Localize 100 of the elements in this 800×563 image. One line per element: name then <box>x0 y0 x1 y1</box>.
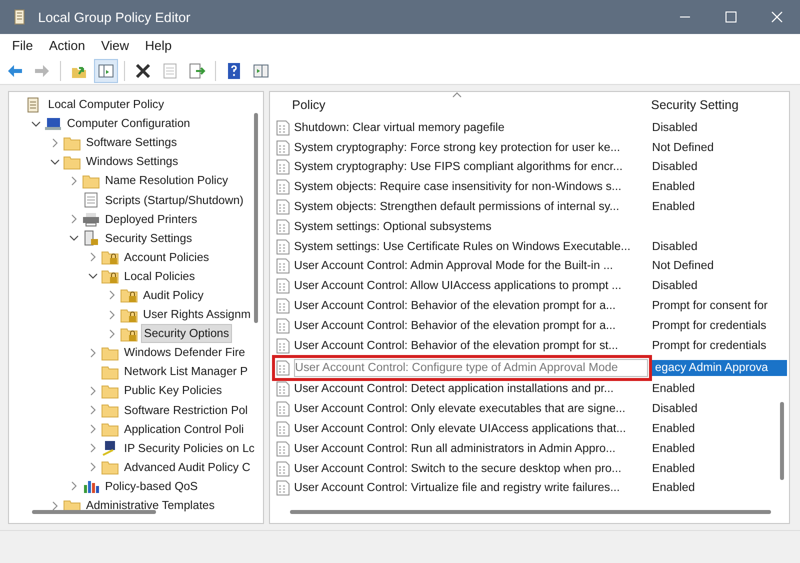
policy-cell[interactable]: System objects: Strengthen default permissions of internal sy... <box>294 199 646 216</box>
tree-item[interactable]: Deployed Printers <box>103 210 200 228</box>
chart-icon <box>82 478 100 494</box>
setting-cell-text: Disabled <box>651 238 698 255</box>
tree-item[interactable]: Name Resolution Policy <box>103 172 230 190</box>
policy-cell[interactable]: System settings: Optional subsystems <box>294 218 646 235</box>
policy-cell[interactable]: User Account Control: Only elevate UIAccess applications that... <box>294 421 646 438</box>
toolbar-tree-button[interactable] <box>94 58 118 82</box>
policy-icon <box>276 480 290 496</box>
menu-item[interactable]: Action <box>42 36 92 55</box>
folder-icon <box>101 459 119 476</box>
tree-item[interactable]: Network List Manager P <box>122 363 250 380</box>
setting-cell-text: Enabled <box>651 440 695 457</box>
policy-cell[interactable]: Shutdown: Clear virtual memory pagefile <box>294 120 646 136</box>
policy-icon <box>276 381 290 398</box>
help-icon <box>225 62 243 80</box>
tree-item[interactable]: Account Policies <box>122 248 212 266</box>
policy-icon <box>276 421 290 438</box>
setting-cell-text: Prompt for credentials <box>651 318 766 334</box>
setting-cell-text: Enabled <box>651 421 695 438</box>
computer-icon <box>44 116 62 132</box>
scrollbar[interactable] <box>290 509 771 515</box>
folder-icon <box>101 364 119 380</box>
policy-icon <box>276 179 290 196</box>
tree-item[interactable]: User Rights Assignm <box>141 306 253 324</box>
tree-item[interactable]: Software Settings <box>84 134 179 152</box>
policy-cell[interactable]: System settings: Use Certificate Rules on Windows Executable... <box>294 238 646 255</box>
setting-cell-text: Enabled <box>651 480 695 496</box>
folder-icon <box>101 421 119 438</box>
policy-cell[interactable]: User Account Control: Run all administrators in Admin Appro... <box>294 440 646 457</box>
tree-item[interactable]: Windows Defender Fire <box>122 344 248 362</box>
tree-item[interactable]: IP Security Policies on Lc <box>122 440 257 457</box>
policy-icon <box>276 318 290 334</box>
tree-item[interactable]: Advanced Audit Policy C <box>122 458 252 476</box>
security-icon <box>82 230 100 246</box>
lockfolder-icon <box>101 268 119 284</box>
setting-cell-text: Enabled <box>651 199 695 216</box>
folder-icon <box>63 134 81 151</box>
policy-cell[interactable]: User Account Control: Behavior of the elevation prompt for st... <box>294 338 646 354</box>
tree-item[interactable]: Audit Policy <box>141 286 206 304</box>
policy-icon <box>276 140 290 156</box>
setting-cell-text: Disabled <box>651 120 698 136</box>
delete-icon <box>134 62 152 80</box>
setting-cell-text: Enabled <box>651 381 695 398</box>
setting-cell-text: Prompt for consent for <box>651 298 768 314</box>
setting-cell-text: Enabled <box>651 460 695 477</box>
tree-item[interactable]: Scripts (Startup/Shutdown) <box>103 192 246 209</box>
policy-icon <box>276 360 290 376</box>
folder-icon <box>101 382 119 399</box>
tree-item[interactable]: Policy-based QoS <box>103 478 200 495</box>
policy-cell[interactable]: User Account Control: Behavior of the elevation prompt for a... <box>294 318 646 334</box>
policy-cell[interactable]: User Account Control: Detect application installations and pr... <box>294 381 646 398</box>
policy-cell[interactable]: User Account Control: Only elevate executables that are signe... <box>294 401 646 418</box>
tree-item[interactable]: Security Settings <box>103 230 194 247</box>
policy-icon <box>276 440 290 457</box>
policy-cell[interactable]: User Account Control: Behavior of the elevation prompt for a... <box>294 298 646 314</box>
export-icon <box>188 62 206 80</box>
tree-item[interactable]: Local Policies <box>122 268 197 285</box>
policy-cell[interactable]: System objects: Require case insensitivity for non-Windows s... <box>294 179 646 196</box>
folder-icon <box>82 172 100 189</box>
tree-item[interactable]: Software Restriction Pol <box>122 402 250 419</box>
tree-item[interactable]: Security Options <box>141 324 232 344</box>
policy-icon <box>276 238 290 255</box>
policy-cell[interactable]: User Account Control: Switch to the secure desktop when pro... <box>294 460 646 477</box>
policy-cell[interactable]: System cryptography: Force strong key protection for user ke... <box>294 140 646 156</box>
policy-icon <box>276 218 290 235</box>
tree-item[interactable]: Computer Configuration <box>65 115 192 132</box>
policy-cell[interactable]: User Account Control: Allow UIAccess applications to prompt ... <box>294 278 646 294</box>
policy-icon <box>276 460 290 477</box>
policy-cell[interactable]: User Account Control: Configure type of Admin Approval Mode <box>294 358 648 377</box>
lockfolder-icon <box>120 326 138 342</box>
folder-icon <box>101 344 119 361</box>
column-header[interactable]: Security Setting <box>645 98 739 112</box>
tree-item[interactable]: Windows Settings <box>84 153 180 170</box>
policy-icon <box>276 258 290 274</box>
policy-cell[interactable]: User Account Control: Virtualize file and registry write failures... <box>294 480 646 496</box>
tree-item[interactable]: Local Computer Policy <box>46 96 166 114</box>
policy-icon <box>276 278 290 294</box>
menu-item[interactable]: File <box>6 36 39 55</box>
tree-item[interactable]: Public Key Policies <box>122 382 224 400</box>
policy-cell[interactable]: User Account Control: Admin Approval Mode for the Built-in ... <box>294 258 646 274</box>
setting-cell: egacy Admin Approva <box>652 360 787 376</box>
tree-item[interactable]: Application Control Poli <box>122 420 246 438</box>
policy-icon <box>276 338 290 354</box>
setting-cell-text: Disabled <box>651 278 698 294</box>
lockfolder-icon <box>120 287 138 304</box>
policy-icon <box>276 401 290 418</box>
policy-icon <box>276 298 290 314</box>
policy-icon <box>276 120 290 136</box>
document-icon <box>161 62 179 80</box>
setting-cell-text: Disabled <box>651 401 698 418</box>
tree-item[interactable]: Administrative Templates <box>84 497 217 514</box>
policy-cell[interactable]: System cryptography: Use FIPS compliant algorithms for encr... <box>294 159 646 176</box>
scripts-icon <box>82 192 100 208</box>
printer-icon <box>82 211 100 228</box>
menu-item[interactable]: View <box>95 36 136 55</box>
column-header[interactable]: Policy <box>270 98 645 112</box>
menu-item[interactable]: Help <box>139 36 178 55</box>
setting-cell-text: Prompt for credentials <box>651 338 766 354</box>
policy-icon <box>276 199 290 216</box>
